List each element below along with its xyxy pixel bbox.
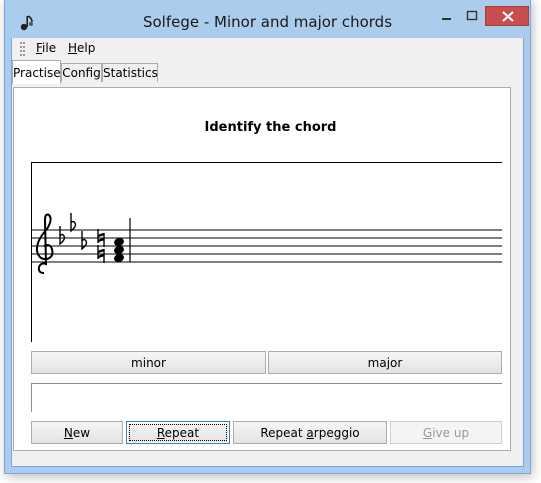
focus-ring (129, 424, 227, 441)
treble-clef-icon (35, 213, 54, 274)
tab-config[interactable]: Config (61, 63, 102, 82)
minimize-button[interactable] (433, 6, 459, 26)
feedback-field (31, 383, 502, 412)
grip-icon (20, 42, 25, 56)
menu-file[interactable]: File (32, 40, 60, 56)
music-staff (31, 162, 502, 342)
exercise-heading: Identify the chord (204, 120, 337, 135)
minor-button[interactable]: minor (31, 351, 266, 374)
close-button[interactable] (485, 6, 529, 26)
title-bar[interactable]: Solfege - Minor and major chords (6, 0, 529, 38)
menu-help[interactable]: Help (64, 40, 99, 56)
repeat-button[interactable]: Repeat (126, 421, 230, 444)
flat-sign-icon (59, 226, 66, 246)
new-button[interactable]: New (31, 421, 123, 444)
tab-practise[interactable]: Practise (12, 60, 61, 84)
key-signature (59, 213, 88, 251)
maximize-button[interactable] (459, 6, 485, 26)
tab-statistics[interactable]: Statistics (102, 63, 158, 82)
flat-sign-icon (70, 213, 77, 233)
close-icon (502, 11, 514, 22)
chord-notes (114, 237, 124, 263)
repeat-arpeggio-button[interactable]: Repeat arpeggio (233, 421, 387, 444)
major-button[interactable]: major (268, 351, 502, 374)
give-up-button[interactable]: Give up (390, 421, 502, 444)
menu-bar: File Help (12, 38, 523, 59)
